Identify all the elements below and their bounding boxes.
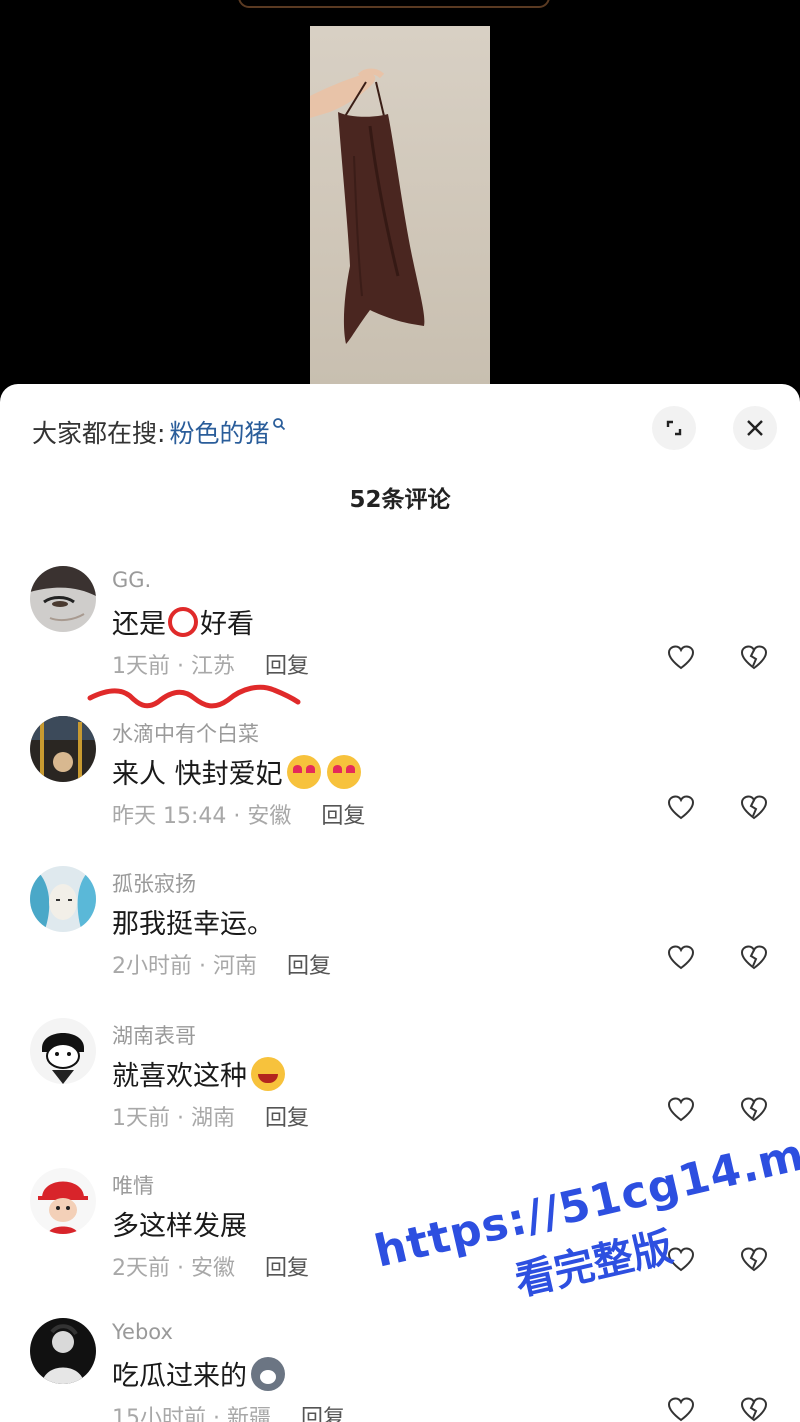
like-heart-icon[interactable] — [667, 1396, 695, 1422]
comment-text-body: 多这样发展 — [112, 1211, 247, 1242]
comment-text: 吃瓜过来的 — [112, 1354, 285, 1393]
expand-button[interactable] — [652, 406, 696, 450]
comment-meta: 昨天 15:44 · 安徽 回复 — [112, 798, 365, 830]
comment-count-title: 52条评论 — [349, 487, 451, 513]
comment-text-body: 来人 快封爱妃 — [112, 759, 283, 790]
comment-text-body: 就喜欢这种 — [112, 1061, 247, 1092]
trending-search-label: 大家都在搜: — [32, 419, 166, 448]
comment-meta: 2天前 · 安徽 回复 — [112, 1250, 309, 1282]
username[interactable]: GG. — [112, 568, 151, 592]
reply-button[interactable]: 回复 — [287, 948, 331, 980]
comment-text-body: 那我挺幸运。 — [112, 909, 274, 940]
like-heart-icon[interactable] — [667, 1096, 695, 1124]
comment-text-body: 吃瓜过来的 — [112, 1361, 247, 1392]
avatar[interactable] — [30, 866, 96, 932]
comment-text: 来人 快封爱妃 — [112, 752, 361, 791]
comment-time-location: 2小时前 · 河南 — [112, 954, 257, 979]
comment-time-location: 15小时前 · 新疆 — [112, 1406, 271, 1422]
reply-button[interactable]: 回复 — [265, 1250, 309, 1282]
username[interactable]: Yebox — [112, 1320, 173, 1344]
video-player[interactable] — [0, 0, 800, 400]
dislike-broken-heart-icon[interactable] — [740, 944, 768, 972]
dislike-broken-heart-icon[interactable] — [740, 1096, 768, 1124]
avatar[interactable] — [30, 716, 96, 782]
comment-meta: 15小时前 · 新疆 回复 — [112, 1400, 345, 1422]
dress-image — [310, 68, 425, 344]
laughing-emoji-icon — [251, 1056, 285, 1091]
comment-item: 孤张寂扬 那我挺幸运。 2小时前 · 河南 回复 — [0, 866, 800, 1016]
dislike-broken-heart-icon[interactable] — [740, 794, 768, 822]
comment-text: 还是 好看 — [112, 602, 254, 641]
comment-meta: 2小时前 · 河南 回复 — [112, 948, 331, 980]
comment-text-before: 还是 — [112, 609, 166, 640]
comment-meta: 1天前 · 江苏 回复 — [112, 648, 309, 680]
avatar[interactable] — [30, 1018, 96, 1084]
red-squiggle-annotation — [87, 684, 301, 709]
like-heart-icon[interactable] — [667, 644, 695, 672]
like-heart-icon[interactable] — [667, 794, 695, 822]
username[interactable]: 湖南表哥 — [112, 1020, 196, 1050]
username[interactable]: 孤张寂扬 — [112, 868, 196, 898]
comment-text: 就喜欢这种 — [112, 1054, 285, 1093]
video-frame — [310, 26, 490, 386]
username[interactable]: 唯情 — [112, 1170, 154, 1200]
comment-text: 那我挺幸运。 — [112, 902, 274, 941]
comment-meta: 1天前 · 湖南 回复 — [112, 1100, 309, 1132]
comment-time-location: 1天前 · 江苏 — [112, 654, 235, 679]
comment-time-location: 昨天 15:44 · 安徽 — [112, 804, 292, 829]
avatar[interactable] — [30, 566, 96, 632]
reply-button[interactable]: 回复 — [265, 648, 309, 680]
avatar[interactable] — [30, 1318, 96, 1384]
avatar[interactable] — [30, 1168, 96, 1234]
top-bar-outline — [238, 0, 550, 8]
dislike-broken-heart-icon[interactable] — [740, 1396, 768, 1422]
reply-button[interactable]: 回复 — [265, 1100, 309, 1132]
comment-time-location: 1天前 · 湖南 — [112, 1106, 235, 1131]
reply-button[interactable]: 回复 — [321, 798, 365, 830]
comment-item: 湖南表哥 就喜欢这种 1天前 · 湖南 回复 — [0, 1018, 800, 1168]
trending-search-term[interactable]: 粉色的猪 — [169, 414, 269, 450]
username[interactable]: 水滴中有个白菜 — [112, 718, 259, 748]
expand-icon — [666, 420, 682, 436]
close-icon — [747, 420, 763, 436]
husky-emoji-icon — [251, 1356, 285, 1391]
close-button[interactable] — [733, 406, 777, 450]
reply-button[interactable]: 回复 — [301, 1400, 345, 1422]
search-icon — [273, 418, 286, 431]
heart-eyes-emoji-icon — [286, 754, 321, 789]
like-heart-icon[interactable] — [667, 944, 695, 972]
comment-time-location: 2天前 · 安徽 — [112, 1256, 235, 1281]
comment-item: 水滴中有个白菜 来人 快封爱妃 昨天 15:44 · 安徽 回复 — [0, 716, 800, 866]
red-circle-emoji-icon — [168, 606, 198, 637]
dislike-broken-heart-icon[interactable] — [740, 644, 768, 672]
trending-search[interactable]: 大家都在搜: 粉色的猪 — [32, 412, 286, 452]
comment-text-after: 好看 — [200, 609, 254, 640]
comment-text: 多这样发展 — [112, 1204, 247, 1243]
heart-eyes-emoji-icon — [326, 754, 361, 789]
